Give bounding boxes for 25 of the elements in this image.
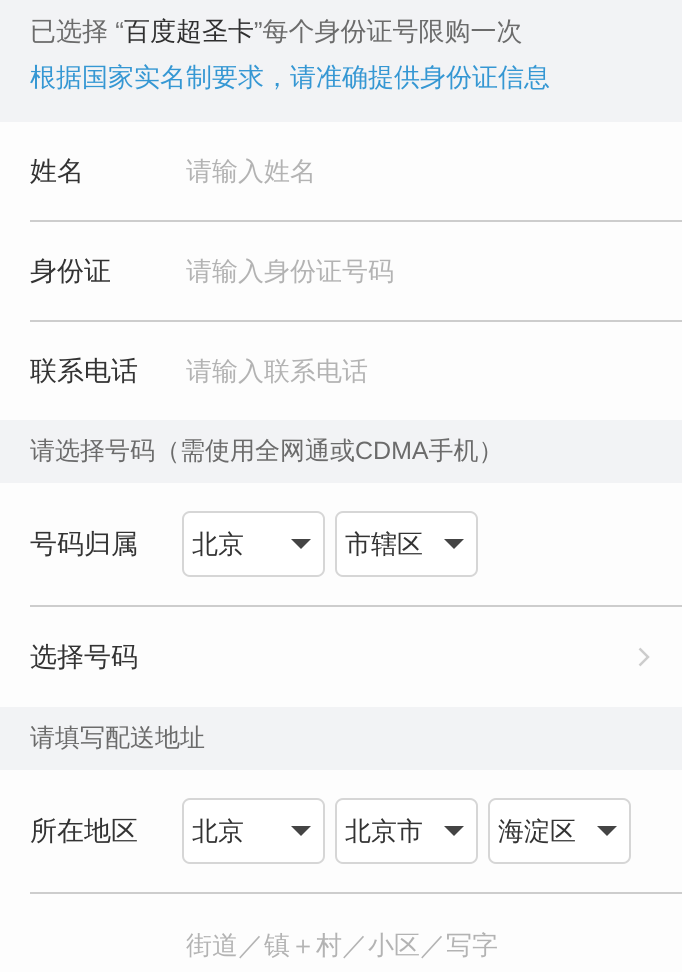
dropdown[interactable]: 海淀区 <box>488 798 631 864</box>
section-title: 请选择号码（需使用全网通或CDMA手机） <box>30 436 504 467</box>
input-field[interactable]: 请输入联系电话 <box>186 349 652 393</box>
notice-text: 已选择 “百度超圣卡”每个身份证号限购一次 <box>30 15 523 48</box>
caret-icon <box>291 539 311 549</box>
dropdown[interactable]: 北京 <box>182 511 325 577</box>
input-field[interactable]: 请输入身份证号码 <box>186 249 652 293</box>
input-field[interactable]: 请输入姓名 <box>186 149 652 193</box>
dropdown[interactable]: 北京 <box>182 798 325 864</box>
dropdown[interactable]: 市辖区 <box>335 511 478 577</box>
chevron-right-icon <box>638 647 650 667</box>
select-number-row[interactable]: 选择号码 <box>0 607 682 707</box>
caret-icon <box>597 826 617 836</box>
dropdown[interactable]: 北京市 <box>335 798 478 864</box>
caret-icon <box>444 539 464 549</box>
address-input-field[interactable]: 街道／镇＋村／小区／写字 <box>186 925 652 965</box>
field-label: 身份证 <box>30 254 112 288</box>
caret-icon <box>444 826 464 836</box>
field-label: 联系电话 <box>30 354 139 388</box>
caret-icon <box>291 826 311 836</box>
field-label: 号码归属 <box>30 528 139 561</box>
field-label: 姓名 <box>30 154 85 188</box>
field-label: 所在地区 <box>30 814 139 848</box>
realname-hint: 根据国家实名制要求，请准确提供身份证信息 <box>30 61 550 94</box>
section-title: 请填写配送地址 <box>30 722 205 754</box>
